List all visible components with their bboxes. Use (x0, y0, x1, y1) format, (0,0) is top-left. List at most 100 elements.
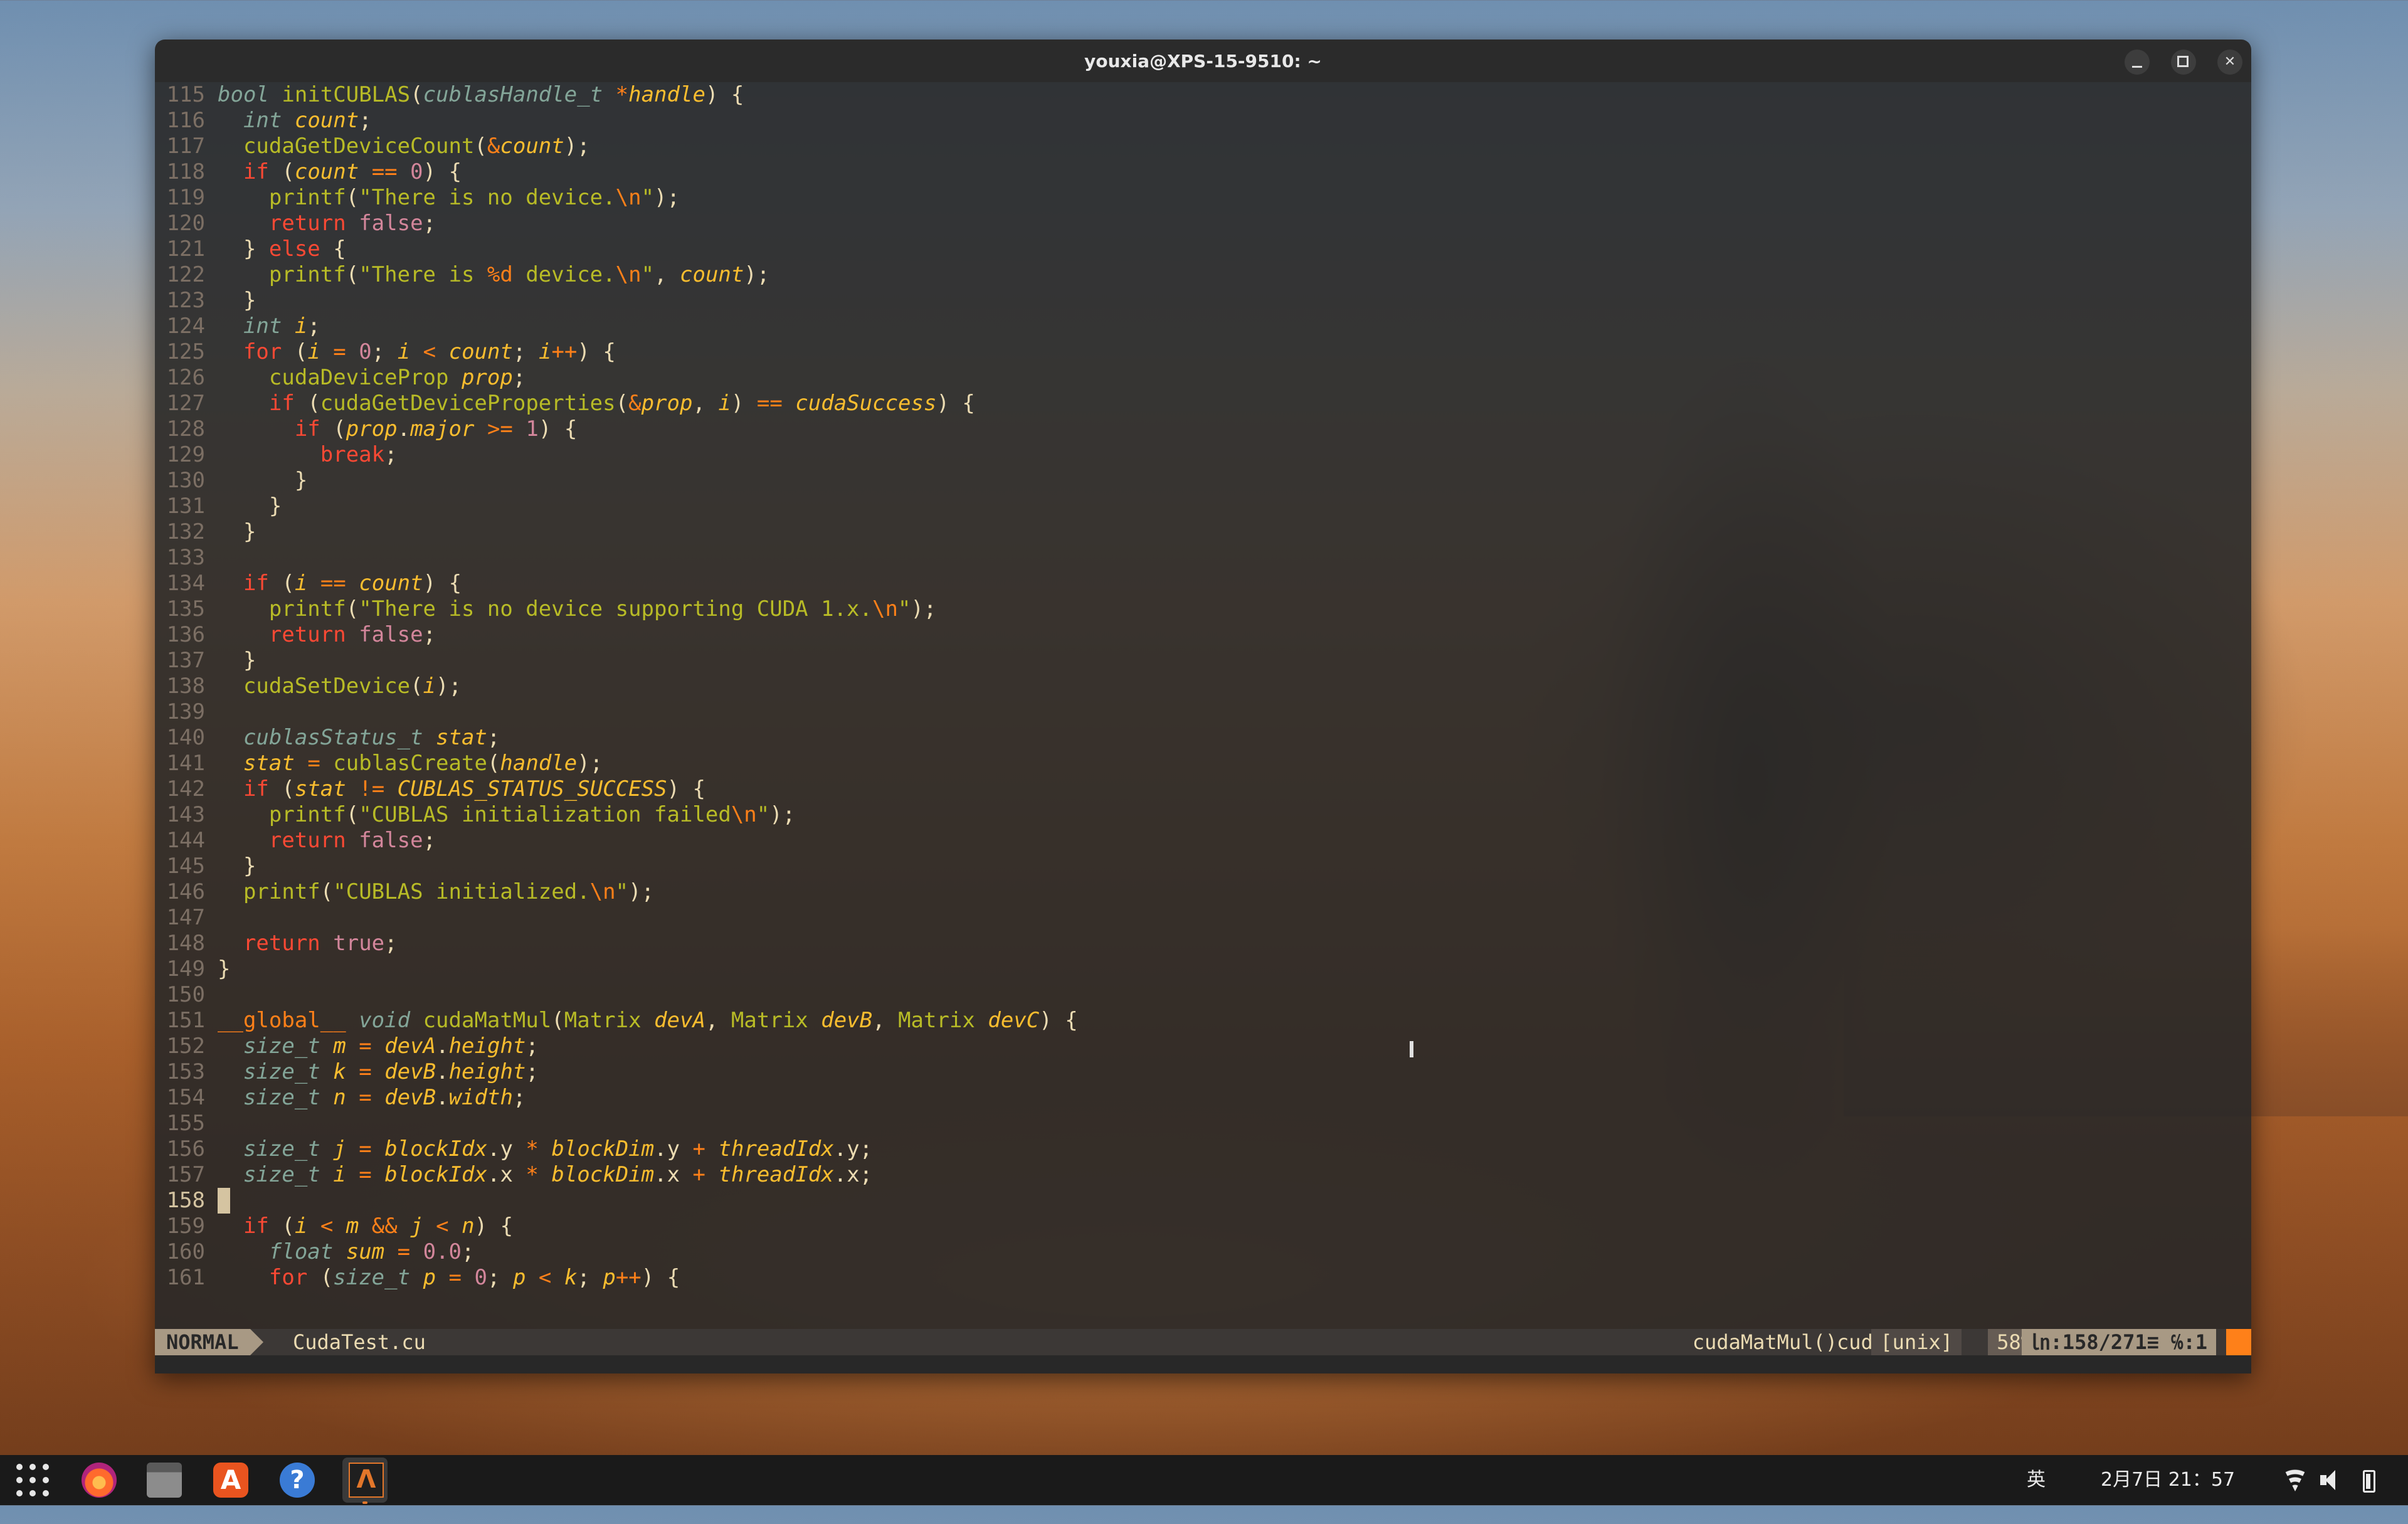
code-line[interactable]: 124 int i; (155, 314, 2251, 339)
code-line[interactable]: 125 for (i = 0; i < count; i++) { (155, 339, 2251, 365)
current-function: cudaMatMul() (1692, 1330, 1837, 1354)
maximize-button[interactable] (2171, 50, 2196, 75)
code-token: k (564, 1265, 578, 1290)
code-line[interactable]: 119 printf("There is no device.\n"); (155, 185, 2251, 211)
code-token: devA (654, 1008, 705, 1033)
code-token: ++ (551, 339, 578, 364)
code-line[interactable]: 146 printf("CUBLAS initialized.\n"); (155, 879, 2251, 905)
battery-icon[interactable] (2355, 1469, 2378, 1493)
code-token: int (243, 314, 282, 339)
code-buffer[interactable]: 115 bool initCUBLAS(cublasHandle_t *handl… (155, 82, 2251, 1329)
code-line[interactable]: 141 stat = cublasCreate(handle); (155, 751, 2251, 776)
terminal-logo: Λ (349, 1463, 384, 1498)
code-line[interactable]: 135 printf("There is no device supportin… (155, 596, 2251, 622)
code-line[interactable]: 118 if (count == 0) { (155, 159, 2251, 185)
mode-indicator: NORMAL (155, 1329, 263, 1355)
code-line[interactable]: 137 } (155, 648, 2251, 674)
code-line[interactable]: 144 return false; (155, 828, 2251, 854)
code-line[interactable]: 116 int count; (155, 108, 2251, 134)
code-token: true (333, 931, 385, 956)
code-line[interactable]: 127 if (cudaGetDeviceProperties(&prop, i… (155, 391, 2251, 416)
code-line[interactable]: 136 return false; (155, 622, 2251, 648)
taskbar: A ? Λ (0, 1455, 2408, 1505)
code-token: size_t (243, 1162, 320, 1187)
line-number: 130 (166, 468, 205, 493)
code-token: i (307, 339, 320, 364)
code-token: ; (487, 1265, 513, 1290)
firefox-icon[interactable] (82, 1463, 117, 1498)
code-token: } (218, 236, 269, 262)
code-line[interactable]: 131 } (155, 494, 2251, 519)
code-token: j (410, 1214, 423, 1239)
code-token: ; (359, 108, 372, 133)
code-line[interactable]: 147 (155, 905, 2251, 931)
code-token: \n (731, 802, 757, 827)
code-line[interactable]: 123 } (155, 288, 2251, 314)
code-line[interactable]: 126 cudaDeviceProp prop; (155, 365, 2251, 391)
code-line[interactable]: 149} (155, 956, 2251, 982)
minimize-button[interactable] (2125, 50, 2150, 75)
code-line[interactable]: 132 } (155, 519, 2251, 545)
code-line[interactable]: 150 (155, 982, 2251, 1008)
code-line[interactable]: 154 size_t n = devB.width; (155, 1085, 2251, 1111)
code-line[interactable]: 140 cublasStatus_t stat; (155, 725, 2251, 751)
code-line[interactable]: 160 float sum = 0.0; (155, 1239, 2251, 1265)
help-icon[interactable]: ? (280, 1463, 315, 1498)
cursor-position: ㏑:158/271≡ ℅:1 (2021, 1329, 2216, 1355)
code-token: = (359, 1059, 372, 1084)
line-number: 118 (166, 159, 205, 184)
titlebar[interactable]: youxia@XPS-15-9510: ~ ✕ (155, 40, 2251, 82)
code-token: = (397, 1239, 411, 1264)
close-button[interactable]: ✕ (2217, 50, 2242, 75)
code-line[interactable]: 156 size_t j = blockIdx.y * blockDim.y +… (155, 1136, 2251, 1162)
code-line[interactable]: 142 if (stat != CUBLAS_STATUS_SUCCESS) { (155, 776, 2251, 802)
code-token: blockDim (551, 1136, 655, 1162)
code-token: ); (769, 802, 796, 827)
code-line[interactable]: 152 size_t m = devA.height; (155, 1034, 2251, 1059)
code-token: ( (282, 339, 308, 364)
code-line[interactable]: 158 (155, 1188, 2251, 1214)
code-line[interactable]: 133 (155, 545, 2251, 571)
code-line[interactable]: 130 } (155, 468, 2251, 494)
code-token: } (218, 956, 231, 982)
files-icon[interactable] (147, 1463, 182, 1498)
code-line[interactable]: 148 return true; (155, 931, 2251, 956)
volume-icon[interactable] (2320, 1469, 2343, 1491)
code-line[interactable]: 151 __global__ void cudaMatMul(Matrix dev… (155, 1008, 2251, 1034)
terminal-window[interactable]: youxia@XPS-15-9510: ~ ✕ 115 bool initCUBL… (155, 40, 2251, 1373)
code-token: ) { (538, 416, 578, 442)
code-line[interactable]: 120 return false; (155, 211, 2251, 236)
code-token: m (333, 1034, 346, 1059)
code-line[interactable]: 115 bool initCUBLAS(cublasHandle_t *handl… (155, 82, 2251, 108)
code-line[interactable]: 145 } (155, 854, 2251, 879)
code-line[interactable]: 139 (155, 699, 2251, 725)
code-line[interactable]: 129 break; (155, 442, 2251, 468)
code-token: ) { (423, 159, 462, 184)
code-line[interactable]: 157 size_t i = blockIdx.x * blockDim.x +… (155, 1162, 2251, 1188)
code-token: ); (628, 879, 655, 904)
code-token: false (359, 828, 423, 853)
code-line[interactable]: 121 } else { (155, 236, 2251, 262)
clock[interactable]: 2月7日 21：57 (2101, 1468, 2235, 1493)
code-token: "CUBLAS initialization failed (359, 802, 731, 827)
code-token: "There is (359, 262, 487, 287)
code-line[interactable]: 159 if (i < m && j < n) { (155, 1214, 2251, 1239)
code-line[interactable]: 122 printf("There is %d device.\n", coun… (155, 262, 2251, 288)
command-line[interactable] (155, 1355, 2251, 1373)
code-line[interactable]: 161 for (size_t p = 0; p < k; p++) { (155, 1265, 2251, 1291)
terminal-body[interactable]: 115 bool initCUBLAS(cublasHandle_t *handl… (155, 82, 2251, 1373)
code-line[interactable]: 153 size_t k = devB.height; (155, 1059, 2251, 1085)
code-line[interactable]: 138 cudaSetDevice(i); (155, 674, 2251, 699)
software-store-icon[interactable]: A (213, 1463, 248, 1498)
code-line[interactable]: 134 if (i == count) { (155, 571, 2251, 596)
input-method-indicator[interactable]: 英 (2027, 1468, 2046, 1493)
code-line[interactable]: 117 cudaGetDeviceCount(&count); (155, 134, 2251, 159)
terminal-app-icon[interactable]: Λ (342, 1458, 388, 1503)
code-line[interactable]: 155 (155, 1111, 2251, 1136)
code-line[interactable]: 143 printf("CUBLAS initialization failed… (155, 802, 2251, 828)
code-line[interactable]: 128 if (prop.major >= 1) { (155, 416, 2251, 442)
app-grid-button[interactable] (15, 1463, 50, 1498)
code-token: 0 (474, 1265, 487, 1290)
